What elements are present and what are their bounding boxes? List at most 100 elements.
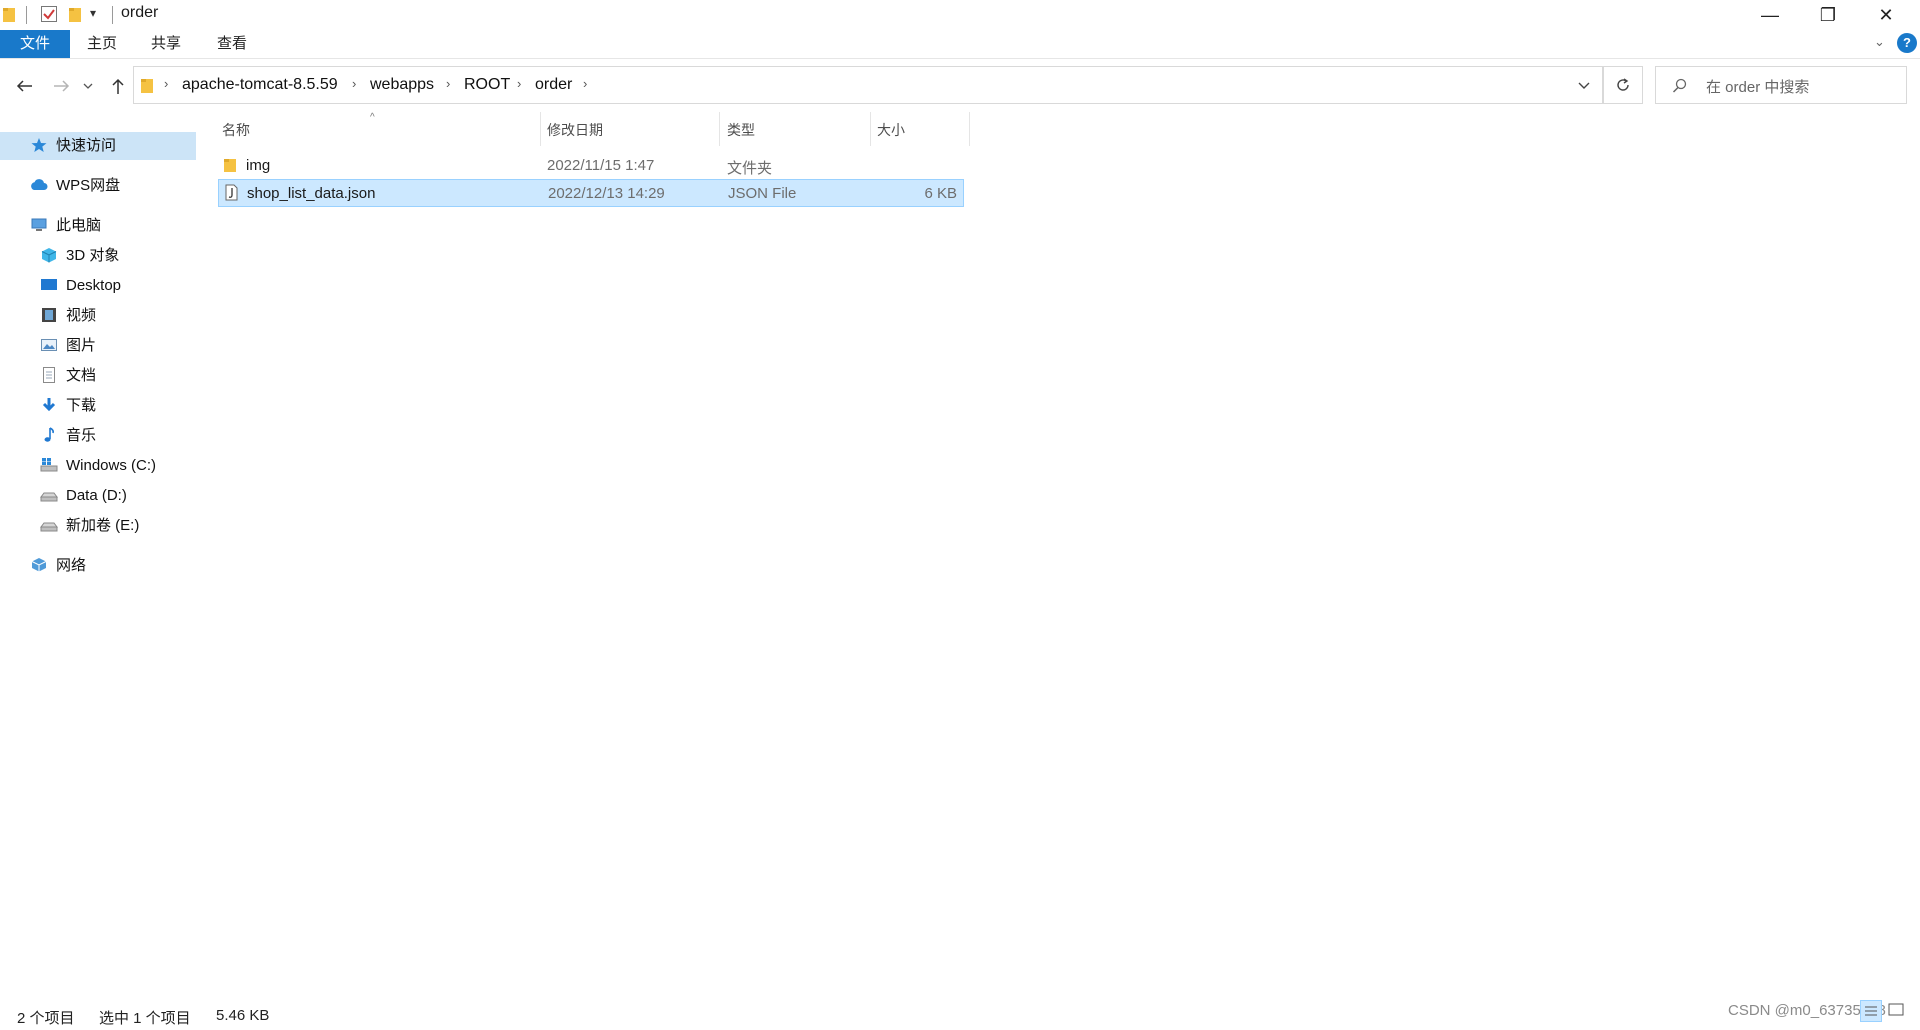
download-icon — [42, 398, 56, 412]
sidebar-item-label: 网络 — [56, 557, 87, 574]
sidebar-item-videos[interactable]: 视频 — [40, 302, 96, 330]
search-placeholder: 在 order 中搜索 — [1706, 79, 1810, 96]
file-name: shop_list_data.json — [247, 185, 376, 202]
large-icons-view-icon — [1888, 1003, 1904, 1016]
file-date: 2022/12/13 14:29 — [548, 185, 665, 202]
file-list: 名称 ^ 修改日期 类型 大小 img 2022/11/15 1:47 文件夹 … — [212, 112, 972, 232]
sidebar-item-drive-d[interactable]: Data (D:) — [40, 482, 127, 510]
sidebar-item-drive-e[interactable]: 新加卷 (E:) — [40, 512, 139, 540]
cloud-icon — [31, 179, 48, 190]
star-icon — [31, 138, 47, 152]
sidebar-item-label: 下载 — [66, 397, 97, 414]
ribbon: 文件 主页 共享 查看 ⌄ ? — [0, 30, 1920, 59]
folder-icon — [3, 8, 15, 22]
drive-c-icon — [40, 458, 58, 472]
sidebar-item-label: 此电脑 — [56, 217, 102, 234]
column-header-size[interactable]: 大小 — [877, 120, 905, 140]
sidebar-item-this-pc[interactable]: 此电脑 — [30, 212, 101, 240]
breadcrumb-chevron-icon[interactable]: › — [352, 76, 356, 91]
title-bar: ▾ order — ❐ ✕ — [0, 0, 1920, 30]
sidebar-item-label: WPS网盘 — [56, 177, 121, 194]
sidebar-item-label: Windows (C:) — [66, 457, 157, 474]
sidebar-item-label: 图片 — [66, 337, 97, 354]
item-count: 2 个项目 — [17, 1010, 75, 1027]
sidebar-item-3d-objects[interactable]: 3D 对象 — [40, 242, 119, 270]
breadcrumb-chevron-icon[interactable]: › — [517, 76, 521, 91]
search-box[interactable]: 在 order 中搜索 — [1655, 66, 1907, 104]
column-header-date[interactable]: 修改日期 — [547, 120, 603, 140]
sidebar-item-desktop[interactable]: Desktop — [40, 272, 121, 300]
column-header-name[interactable]: 名称 — [222, 120, 250, 140]
breadcrumb-order[interactable]: order — [535, 76, 572, 94]
column-divider[interactable] — [719, 112, 720, 146]
sidebar-item-label: 新加卷 (E:) — [66, 517, 140, 534]
tab-file[interactable]: 文件 — [0, 30, 70, 58]
breadcrumb-chevron-icon[interactable]: › — [164, 76, 168, 91]
up-arrow-icon — [112, 78, 124, 94]
status-bar: 2 个项目 选中 1 个项目 5.46 KB — [0, 1002, 1920, 1030]
file-row-img[interactable]: img 2022/11/15 1:47 文件夹 — [218, 152, 964, 180]
column-divider[interactable] — [540, 112, 541, 146]
breadcrumb-tomcat[interactable]: apache-tomcat-8.5.59 — [182, 76, 338, 94]
selection-count: 选中 1 个项目 — [99, 1010, 191, 1027]
sidebar-item-label: Desktop — [66, 277, 122, 294]
file-name: img — [246, 157, 271, 174]
sidebar-item-network[interactable]: 网络 — [30, 552, 86, 580]
tab-view[interactable]: 查看 — [206, 30, 258, 58]
details-view-button[interactable] — [1860, 1000, 1882, 1022]
sidebar-item-pictures[interactable]: 图片 — [40, 332, 96, 360]
sidebar-item-label: 3D 对象 — [66, 247, 120, 264]
customize-quick-access-icon[interactable]: ▾ — [90, 6, 96, 20]
refresh-button[interactable] — [1603, 66, 1643, 104]
new-folder-icon[interactable] — [68, 5, 82, 23]
document-icon — [43, 367, 55, 383]
sidebar-item-wps-cloud[interactable]: WPS网盘 — [30, 172, 120, 200]
sidebar-item-label: Data (D:) — [66, 487, 127, 504]
forward-button[interactable] — [50, 74, 74, 98]
breadcrumb-chevron-icon[interactable]: › — [446, 76, 450, 91]
sidebar-item-drive-c[interactable]: Windows (C:) — [40, 452, 156, 480]
sidebar-item-quick-access[interactable]: 快速访问 — [0, 132, 196, 160]
address-history-chevron-icon[interactable] — [1578, 82, 1590, 90]
toolbar-separator — [26, 6, 27, 24]
sidebar-item-downloads[interactable]: 下载 — [40, 392, 96, 420]
column-divider[interactable] — [969, 112, 970, 146]
drive-icon — [40, 492, 58, 502]
tab-share[interactable]: 共享 — [140, 30, 192, 58]
column-divider[interactable] — [870, 112, 871, 146]
drive-icon — [40, 522, 58, 532]
network-icon — [31, 558, 47, 572]
minimize-button[interactable]: — — [1742, 0, 1798, 30]
cube-icon — [41, 248, 57, 263]
details-view-icon — [1865, 1006, 1877, 1016]
sidebar-item-documents[interactable]: 文档 — [40, 362, 96, 390]
breadcrumb-webapps[interactable]: webapps — [370, 76, 434, 94]
expand-ribbon-icon[interactable]: ⌄ — [1874, 34, 1885, 50]
file-type: JSON File — [728, 185, 797, 202]
recent-locations-button[interactable] — [80, 74, 96, 98]
large-icons-view-button[interactable] — [1886, 1000, 1908, 1022]
column-header-type[interactable]: 类型 — [727, 120, 755, 140]
file-row-shop-list-data[interactable]: shop_list_data.json 2022/12/13 14:29 JSO… — [218, 179, 964, 207]
breadcrumb-chevron-icon[interactable]: › — [583, 76, 587, 91]
forward-arrow-icon — [54, 80, 70, 92]
computer-icon — [31, 218, 47, 231]
chevron-down-icon — [83, 83, 93, 89]
sidebar-item-label: 快速访问 — [56, 137, 117, 154]
restore-button[interactable]: ❐ — [1800, 0, 1856, 30]
tab-home[interactable]: 主页 — [76, 30, 128, 58]
help-button[interactable]: ? — [1897, 33, 1917, 53]
close-button[interactable]: ✕ — [1858, 0, 1914, 30]
breadcrumb-root[interactable]: ROOT — [464, 76, 510, 94]
music-icon — [44, 427, 54, 442]
folder-icon — [224, 159, 236, 172]
properties-check-icon[interactable] — [40, 5, 58, 23]
sort-ascending-icon: ^ — [370, 112, 375, 123]
up-button[interactable] — [106, 74, 130, 98]
address-bar[interactable]: › apache-tomcat-8.5.59 › webapps › ROOT … — [133, 66, 1603, 104]
back-button[interactable] — [12, 74, 36, 98]
file-type: 文件夹 — [727, 160, 773, 177]
selection-size: 5.46 KB — [216, 1007, 270, 1024]
sidebar-item-music[interactable]: 音乐 — [40, 422, 96, 450]
search-icon — [1672, 78, 1687, 93]
